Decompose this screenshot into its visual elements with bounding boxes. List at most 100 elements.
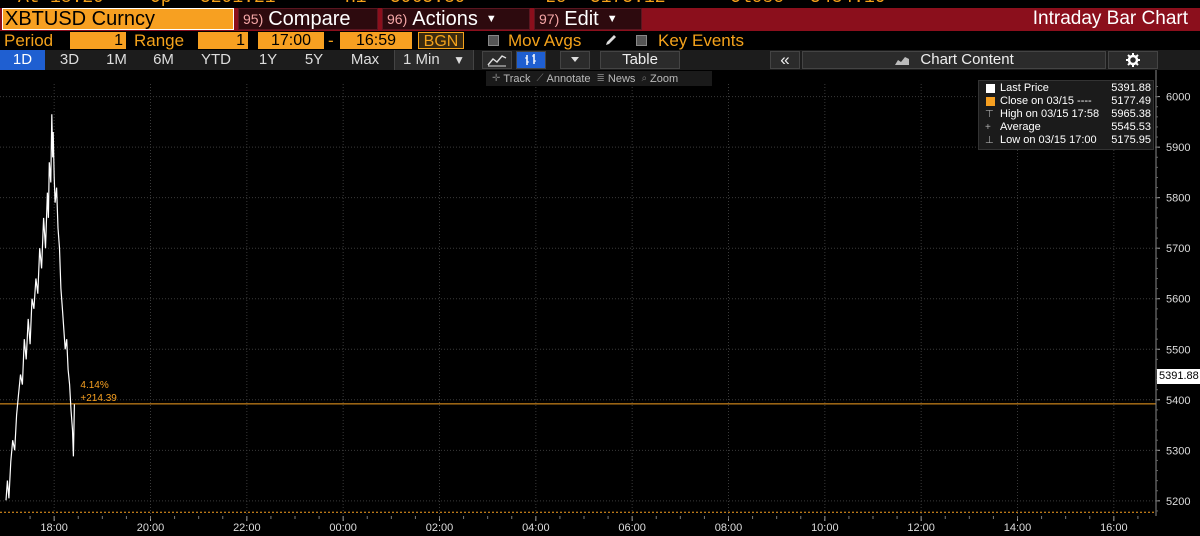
bgn-field[interactable]: BGN <box>418 32 464 50</box>
interval-label: 1 Min <box>403 51 440 68</box>
chart-legend[interactable]: Last Price 5391.88 Close on 03/15 ---- 5… <box>978 80 1154 150</box>
zoom-label: Zoom <box>650 72 679 85</box>
range-row: 1D 3D 1M 6M YTD 1Y 5Y Max 1 Min ▼ Table … <box>0 50 1200 70</box>
period-label: Period <box>4 31 54 50</box>
edit-button[interactable]: 97) Edit ▼ <box>534 8 642 30</box>
legend-row-average: + Average 5545.53 <box>985 121 1151 134</box>
mov-avgs-label: Mov Avgs <box>508 31 582 50</box>
vertical-gridlines <box>53 84 1115 516</box>
magnifier-icon: ⌕ <box>641 73 648 84</box>
track-tool[interactable]: ✛ Track <box>492 73 530 85</box>
line-chart-icon[interactable] <box>482 51 512 69</box>
annotate-tool[interactable]: ⟋ Annotate <box>536 73 590 85</box>
range-button-1m[interactable]: 1M <box>94 50 139 70</box>
x-tick-label: 06:00 <box>618 522 646 534</box>
y-tick-label: 5300 <box>1166 445 1190 457</box>
range-button-6m[interactable]: 6M <box>141 50 186 70</box>
interval-select[interactable]: 1 Min ▼ <box>394 50 474 70</box>
pencil-icon[interactable] <box>604 33 618 47</box>
edit-label: Edit <box>564 7 599 30</box>
time-dash: - <box>328 31 334 50</box>
last-price-tag: 5391.88 <box>1157 369 1200 384</box>
legend-value: 5175.95 <box>1111 134 1151 146</box>
chart-content-label: Chart Content <box>920 51 1014 68</box>
at-value: 18:29 <box>50 0 104 8</box>
legend-row-last-price: Last Price 5391.88 <box>985 82 1151 95</box>
table-button[interactable]: Table <box>600 51 680 69</box>
range-button-5y[interactable]: 5Y <box>292 50 336 70</box>
range-button-1d[interactable]: 1D <box>0 50 45 70</box>
compare-button[interactable]: 95) Compare <box>238 8 378 30</box>
chevron-down-icon: ▼ <box>485 13 497 25</box>
crosshair-icon: ✛ <box>492 73 501 84</box>
x-tick-label: 22:00 <box>233 522 261 534</box>
price-series-line <box>5 114 75 501</box>
legend-name: High on 03/15 17:58 <box>1000 108 1100 120</box>
legend-name: Low on 03/15 17:00 <box>1000 134 1097 146</box>
close-label: Close <box>730 0 784 8</box>
news-label: News <box>607 72 636 85</box>
chart-toolbar: ✛ Track ⟋ Annotate ≣ News ⌕ Zoom <box>486 71 712 86</box>
collapse-button[interactable]: « <box>770 51 800 69</box>
change-absolute-label: +214.39 <box>80 393 117 404</box>
edit-number: 97) <box>539 11 560 27</box>
legend-name: Average <box>1000 121 1041 133</box>
annotate-label: Annotate <box>546 72 591 85</box>
x-tick-label: 10:00 <box>811 522 839 534</box>
x-tick-label: 08:00 <box>715 522 743 534</box>
op-value: 5291.21 <box>200 0 276 8</box>
news-icon: ≣ <box>596 73 605 84</box>
y-tick-label: 6000 <box>1166 92 1190 104</box>
chevron-down-icon[interactable] <box>560 51 590 69</box>
legend-row-close: Close on 03/15 ---- 5177.49 <box>985 95 1151 108</box>
range-button-3d[interactable]: 3D <box>47 50 92 70</box>
range-label: Range <box>134 31 185 50</box>
range-button-max[interactable]: Max <box>338 50 392 70</box>
start-time-input[interactable]: 17:00 <box>258 32 324 49</box>
key-events-label: Key Events <box>658 31 744 50</box>
security-input[interactable]: XBTUSD Curncy <box>2 8 234 30</box>
period-input[interactable]: 1 <box>70 32 126 49</box>
legend-value: 5391.88 <box>1111 82 1151 94</box>
at-label: At <box>18 0 40 8</box>
low-marker-icon: ⊥ <box>985 135 994 146</box>
bar-chart-icon[interactable] <box>516 51 546 69</box>
y-tick-label: 5900 <box>1166 142 1190 154</box>
x-tick-label: 02:00 <box>426 522 454 534</box>
news-tool[interactable]: ≣ News <box>597 73 636 85</box>
x-tick-label: 04:00 <box>522 522 550 534</box>
range-input[interactable]: 1 <box>198 32 248 49</box>
average-marker-icon: + <box>985 122 991 133</box>
gear-icon[interactable] <box>1108 51 1158 69</box>
legend-swatch <box>986 97 995 106</box>
chart-content-button[interactable]: Chart Content <box>802 51 1106 69</box>
legend-swatch <box>986 84 995 93</box>
zoom-tool[interactable]: ⌕ Zoom <box>641 73 678 85</box>
header-bar: XBTUSD Curncy 95) Compare 96) Actions ▼ … <box>0 8 1200 31</box>
pencil-icon: ⟋ <box>536 73 544 84</box>
legend-row-high: ⊤ High on 03/15 17:58 5965.38 <box>985 108 1151 121</box>
y-tick-label: 5600 <box>1166 294 1190 306</box>
legend-row-low: ⊥ Low on 03/15 17:00 5175.95 <box>985 134 1151 147</box>
page-title: Intraday Bar Chart <box>1032 8 1188 29</box>
mov-avgs-checkbox[interactable] <box>488 35 499 46</box>
range-button-1y[interactable]: 1Y <box>246 50 290 70</box>
y-axis-ticks: 5200 5300 5400 5500 5600 5700 5800 5900 6000 <box>1156 86 1190 512</box>
key-events-checkbox[interactable] <box>636 35 647 46</box>
chevron-down-icon: ▼ <box>606 13 618 25</box>
y-tick-label: 5200 <box>1166 496 1190 508</box>
end-time-input[interactable]: 16:59 <box>340 32 412 49</box>
actions-number: 96) <box>387 11 408 27</box>
legend-value: 5965.38 <box>1111 108 1151 120</box>
op-label: Op <box>150 0 172 8</box>
range-button-ytd[interactable]: YTD <box>188 50 244 70</box>
compare-number: 95) <box>243 11 264 27</box>
lo-value: 5175.12 <box>590 0 666 8</box>
actions-button[interactable]: 96) Actions ▼ <box>382 8 530 30</box>
high-marker-icon: ⊤ <box>985 109 994 120</box>
track-label: Track <box>503 72 531 85</box>
reference-lines <box>0 403 1156 513</box>
x-tick-label: 16:00 <box>1100 522 1128 534</box>
y-tick-label: 5800 <box>1166 193 1190 205</box>
x-tick-label: 12:00 <box>907 522 935 534</box>
